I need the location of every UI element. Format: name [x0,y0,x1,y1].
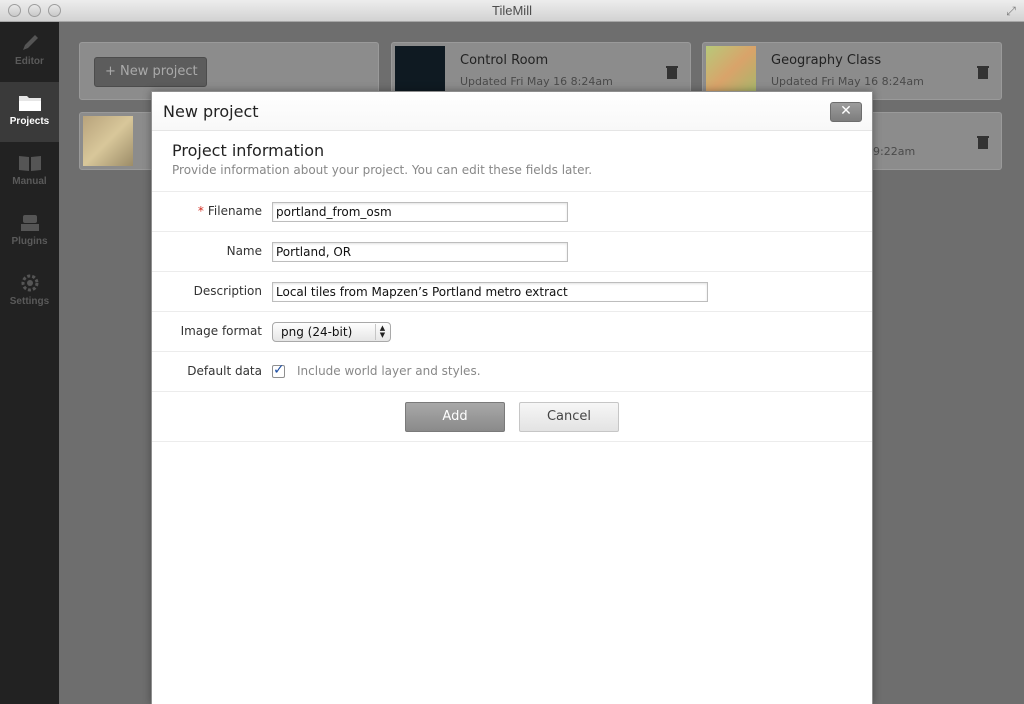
filename-row: * Filename portland_from_osm [152,191,872,231]
project-title: Control Room [460,53,549,68]
name-row: Name Portland, OR [152,231,872,271]
filename-label: * Filename [198,204,262,218]
sidebar-item-manual[interactable]: Manual [0,142,59,202]
new-project-modal: New project ✕ Project information Provid… [151,91,873,704]
sidebar-item-settings[interactable]: Settings [0,262,59,322]
sidebar-item-label: Plugins [11,236,48,247]
divider [152,441,872,442]
sidebar-item-editor[interactable]: Editor [0,22,59,82]
sidebar: Editor Projects Manual Plugins Settings [0,22,59,704]
trash-icon[interactable] [977,65,989,79]
image-format-row: Image format png (24-bit) ▲ ▼ [152,311,872,351]
sidebar-item-label: Manual [12,176,47,187]
window-titlebar: TileMill ⤢ [0,0,1024,22]
default-data-label: Default data [187,364,262,378]
sidebar-item-label: Settings [9,296,50,307]
name-field[interactable]: Portland, OR [272,242,568,262]
sidebar-item-label: Editor [15,56,44,67]
sidebar-item-plugins[interactable]: Plugins [0,202,59,262]
project-thumbnail [395,46,445,96]
cancel-button[interactable]: Cancel [519,402,619,432]
actions-row [152,391,872,441]
filename-field[interactable]: portland_from_osm [272,202,568,222]
trash-icon[interactable] [666,65,678,79]
project-title: Geography Class [771,53,882,68]
project-updated: 9:22am [873,145,916,158]
name-label: Name [226,244,262,258]
image-format-value: png (24-bit) [281,325,353,339]
modal-title: New project [163,102,259,121]
project-thumbnail [706,46,756,96]
new-project-button[interactable]: + New project [94,57,207,87]
image-format-select[interactable]: png (24-bit) ▲ ▼ [272,322,391,342]
sidebar-item-projects[interactable]: Projects [0,82,59,142]
checkmark-icon: ✓ [273,362,285,378]
add-button[interactable]: Add [405,402,505,432]
folder-icon [18,96,41,111]
project-updated: Updated Fri May 16 8:24am [460,75,613,88]
default-data-row: Default data ✓ Include world layer and s… [152,351,872,391]
default-data-checkbox[interactable]: ✓ [272,362,285,378]
book-icon [18,156,41,171]
default-data-text: Include world layer and styles. [297,364,481,378]
filename-label-text: Filename [207,204,262,218]
plugin-icon [20,215,39,231]
gear-icon [21,274,38,292]
description-row: Description Local tiles from Mapzen’s Po… [152,271,872,311]
window-title: TileMill [492,3,532,18]
section-title: Project information [172,141,325,160]
required-marker: * [197,204,204,218]
close-icon[interactable]: ✕ [830,102,862,122]
project-updated: Updated Fri May 16 8:24am [771,75,924,88]
project-thumbnail [83,116,133,166]
image-format-label: Image format [180,324,262,338]
description-label: Description [193,284,262,298]
modal-header: New project ✕ [152,92,872,131]
pencil-icon [22,35,38,50]
description-field[interactable]: Local tiles from Mapzen’s Portland metro… [272,282,708,302]
fullscreen-icon[interactable]: ⤢ [1004,4,1018,18]
select-arrows-icon: ▲ ▼ [375,324,389,340]
section-subtitle: Provide information about your project. … [172,163,593,177]
sidebar-item-label: Projects [9,116,50,127]
trash-icon[interactable] [977,135,989,149]
